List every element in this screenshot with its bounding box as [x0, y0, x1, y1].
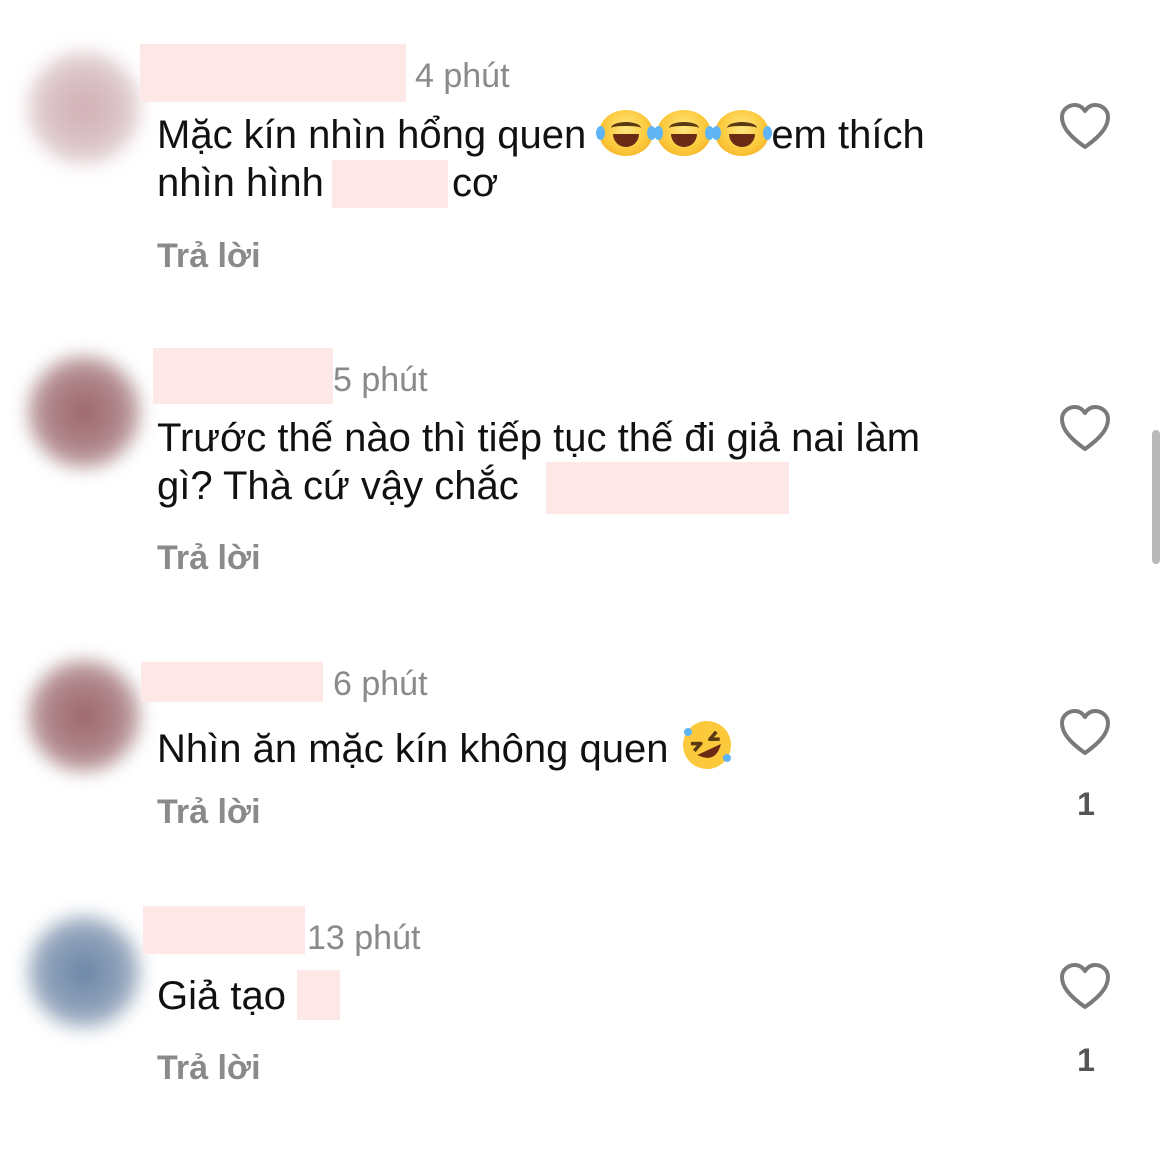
comment-time: 4 phút — [415, 57, 510, 95]
redacted-username[interactable] — [140, 44, 406, 102]
reply-button[interactable]: Trả lời — [157, 236, 261, 276]
like-heart-icon[interactable] — [1058, 962, 1112, 1012]
comment-text-line-1: Nhìn ăn mặc kín không quen — [157, 718, 734, 773]
avatar[interactable] — [28, 52, 140, 164]
comment-text-line-1: Trước thế nào thì tiếp tục thế đi giả na… — [157, 416, 921, 460]
avatar[interactable] — [28, 356, 140, 468]
comment-time: 6 phút — [333, 665, 428, 703]
reply-button[interactable]: Trả lời — [157, 792, 261, 832]
face-with-tears-of-joy-icon — [596, 110, 657, 156]
comment-text-line-2: gì? Thà cứ vậy chắc — [157, 464, 519, 508]
comment-text: nhìn hình — [157, 161, 324, 205]
like-count: 1 — [1077, 1042, 1095, 1078]
comment-text: Mặc kín nhìn hổng quen — [157, 113, 598, 157]
scrollbar[interactable] — [1152, 430, 1160, 564]
like-heart-icon[interactable] — [1058, 708, 1112, 758]
like-heart-icon[interactable] — [1058, 102, 1112, 152]
comment-text-line-2-end: cơ — [452, 161, 499, 205]
redacted-username[interactable] — [141, 662, 323, 702]
redacted-text — [297, 970, 340, 1020]
face-with-tears-of-joy-icon — [654, 110, 715, 156]
like-count: 1 — [1077, 786, 1095, 822]
rolling-on-the-floor-laughing-icon — [682, 721, 731, 769]
redacted-text — [332, 160, 448, 208]
comment-text-line-2: nhìn hình — [157, 159, 324, 207]
reply-button[interactable]: Trả lời — [157, 1048, 261, 1088]
redacted-username[interactable] — [143, 906, 305, 954]
comment-text-line-1: Mặc kín nhìn hổng quen em thích — [157, 110, 925, 159]
comment-time: 5 phút — [333, 361, 428, 399]
avatar[interactable] — [28, 916, 140, 1028]
like-heart-icon[interactable] — [1058, 404, 1112, 454]
comment-text: Nhìn ăn mặc kín không quen — [157, 727, 680, 771]
comment-text-line-1: Giả tạo — [157, 974, 286, 1018]
reply-button[interactable]: Trả lời — [157, 538, 261, 578]
comment-time: 13 phút — [307, 919, 421, 957]
avatar[interactable] — [28, 660, 140, 772]
face-with-tears-of-joy-icon — [712, 110, 773, 156]
comment-text: em thích — [771, 113, 925, 157]
redacted-text — [546, 462, 789, 514]
redacted-username[interactable] — [153, 348, 333, 404]
